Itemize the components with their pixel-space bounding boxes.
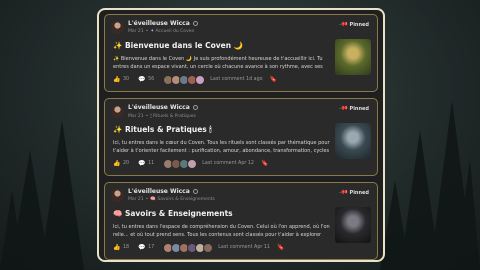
commenter-avatars [163,158,198,169]
author-name[interactable]: L'éveilleuse Wicca [128,188,198,195]
pinned-badge: 📌Pinned [338,19,369,30]
commenter-avatar[interactable] [187,158,198,169]
bookmark-icon[interactable]: 🔖 [261,160,268,167]
post-title[interactable]: 🧠 Savoirs & Enseignements [113,209,233,218]
commenter-avatars [163,242,214,253]
category-label[interactable]: Rituels & Pratiques [153,114,196,119]
author-avatar[interactable] [111,189,124,202]
post-footer: 👍 20 💬 11 Last comment Apr 12 🔖 [113,158,268,169]
category-label[interactable]: Savoirs & Enseignements [157,197,215,202]
comment-count: 56 [148,77,155,82]
like-count: 30 [123,77,130,82]
post-meta: Mar 21 • ✦ Accueil du Coven [128,29,195,34]
comment-icon[interactable]: 💬 [138,160,145,167]
commenter-avatars [163,74,206,85]
post-excerpt[interactable]: ✨ Bienvenue dans le Coven 🌙 Je suis prof… [113,55,331,71]
category-label[interactable]: Accueil du Coven [156,29,195,34]
post-card-rituals[interactable]: L'éveilleuse Wicca Mar 21 • 🕯 Rituels & Pr… [104,98,378,176]
post-meta: Mar 21 • 🕯 Rituels & Pratiques [128,114,196,119]
post-thumbnail[interactable] [335,123,371,159]
category-icon: ✦ [150,29,155,34]
commenter-avatar[interactable] [203,242,214,253]
like-count: 18 [123,245,130,250]
thumb-up-icon[interactable]: 👍 [113,160,120,167]
post-meta: Mar 21 • 🧠 Savoirs & Enseignements [128,197,215,202]
post-title[interactable]: ✨ Rituels & Pratiques 🕯 [113,125,212,135]
author-name[interactable]: L'éveilleuse Wicca [128,104,198,111]
author-avatar[interactable] [111,105,124,118]
post-excerpt[interactable]: Ici, tu entres dans le cœur du Coven. To… [113,139,331,155]
last-comment: Last comment Apr 11 [218,245,270,250]
post-card-knowledge[interactable]: L'éveilleuse Wicca Mar 21 • 🧠 Savoirs & En… [104,182,378,260]
posts-panel: L'éveilleuse Wicca Mar 21 • ✦ Accueil du C… [97,8,385,262]
author-avatar[interactable] [111,21,124,34]
post-card-welcome[interactable]: L'éveilleuse Wicca Mar 21 • ✦ Accueil du C… [104,14,378,92]
pinned-badge: 📌Pinned [338,103,369,114]
bookmark-icon[interactable]: 🔖 [277,244,284,251]
comment-icon[interactable]: 💬 [138,76,145,83]
thumb-up-icon[interactable]: 👍 [113,244,120,251]
category-icon: 🕯 [150,114,152,119]
category-icon: 🧠 [150,197,156,202]
verified-icon [192,189,198,194]
like-count: 20 [123,161,130,166]
post-thumbnail[interactable] [335,207,371,243]
verified-icon [192,105,198,110]
pin-icon: 📌 [338,19,349,30]
pin-icon: 📌 [338,187,349,198]
last-comment: Last comment 1d ago [210,77,263,82]
comment-count: 17 [148,245,155,250]
thumb-up-icon[interactable]: 👍 [113,76,120,83]
last-comment: Last comment Apr 12 [202,161,254,166]
pinned-badge: 📌Pinned [338,187,369,198]
post-excerpt[interactable]: Ici, tu entres dans l'espace de compréhe… [113,223,331,239]
verified-icon [192,21,198,26]
comment-icon[interactable]: 💬 [138,244,145,251]
pin-icon: 📌 [338,103,349,114]
bookmark-icon[interactable]: 🔖 [270,76,277,83]
commenter-avatar[interactable] [195,74,206,85]
post-footer: 👍 18 💬 17 Last comment Apr 11 🔖 [113,242,284,253]
author-name[interactable]: L'éveilleuse Wicca [128,20,198,27]
post-thumbnail[interactable] [335,39,371,75]
comment-count: 11 [148,161,155,166]
post-title[interactable]: ✨ Bienvenue dans le Coven 🌙 [113,41,243,50]
post-footer: 👍 30 💬 56 Last comment 1d ago 🔖 [113,74,277,85]
